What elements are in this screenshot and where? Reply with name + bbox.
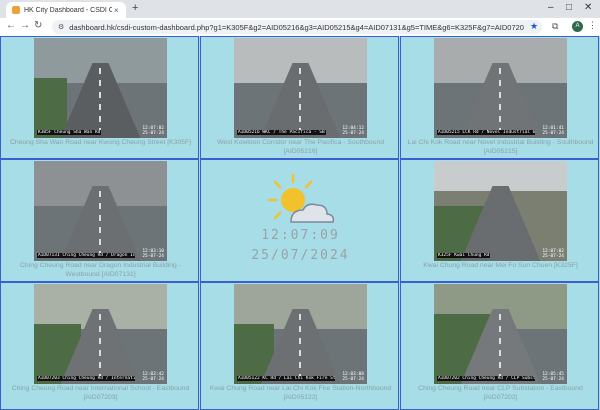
- camera-overlay: AID07202 Ching Cheung Rd / CLP Substatio…: [437, 376, 535, 381]
- camera-timestamp: 12:04:12 25-07-24: [342, 126, 364, 136]
- tab-title: HK City Dashboard - CSDI Cu: [24, 6, 112, 14]
- camera-caption: Lai Chi Kok Road near Novel Industrial B…: [407, 139, 594, 155]
- new-tab-button[interactable]: +: [132, 2, 138, 14]
- digital-date: 25/07/2024: [251, 248, 350, 263]
- tab-dashboard[interactable]: HK City Dashboard - CSDI Cu ×: [6, 2, 126, 18]
- camera-cell[interactable]: K325F Kwai Chung Rd 12:07:02 25-07-24 Kwa…: [400, 159, 599, 282]
- camera-timestamp: 12:07:02 25-07-24: [542, 249, 564, 259]
- camera-grid: K305F Cheung Sha Wan Rd 12:07:02 25-07-24…: [0, 36, 600, 410]
- back-icon[interactable]: ←: [6, 20, 16, 31]
- tab-bar: HK City Dashboard - CSDI Cu × + – □ ✕: [0, 0, 600, 18]
- camera-overlay: AID05216 WKC / The Pacifica - SB: [237, 130, 326, 135]
- camera-image: AID07131 Ching Cheung Rd / Dragon Indust…: [34, 161, 167, 261]
- site-info-icon[interactable]: ⚙: [58, 23, 64, 31]
- camera-overlay: AID05122 KC Rd / Lai Chi Kok Fire Statio…: [237, 376, 335, 381]
- minimize-icon[interactable]: –: [548, 2, 554, 13]
- camera-cell[interactable]: AID05216 WKC / The Pacifica - SB 12:04:1…: [200, 36, 399, 159]
- profile-avatar[interactable]: A: [572, 21, 583, 32]
- camera-timestamp: 12:03:42 25-07-24: [142, 372, 164, 382]
- close-window-icon[interactable]: ✕: [584, 2, 592, 13]
- camera-cell[interactable]: K305F Cheung Sha Wan Rd 12:07:02 25-07-24…: [0, 36, 199, 159]
- camera-overlay: AID05215 LCK Rd / Novel Industrial Build…: [437, 130, 535, 135]
- camera-timestamp: 12:07:02 25-07-24: [142, 126, 164, 136]
- camera-timestamp: 12:01:41 25-07-24: [542, 126, 564, 136]
- camera-image: AID05216 WKC / The Pacifica - SB 12:04:1…: [234, 38, 367, 138]
- maximize-icon[interactable]: □: [566, 2, 572, 13]
- camera-caption: Kwai Chung Road near Lai Chi Kok Fire St…: [209, 385, 392, 401]
- camera-caption: Ching Cheung Road near CLP Substation - …: [418, 385, 583, 401]
- camera-image: AID05215 LCK Rd / Novel Industrial Build…: [434, 38, 567, 138]
- camera-image: AID05122 KC Rd / Lai Chi Kok Fire Statio…: [234, 284, 367, 384]
- camera-image: K305F Cheung Sha Wan Rd 12:07:02 25-07-24: [34, 38, 167, 138]
- camera-timestamp: 12:03:08 25-07-24: [342, 372, 364, 382]
- camera-image: AID07202 Ching Cheung Rd / CLP Substatio…: [434, 284, 567, 384]
- camera-cell[interactable]: AID07131 Ching Cheung Rd / Dragon Indust…: [0, 159, 199, 282]
- favicon-icon: [12, 6, 20, 14]
- camera-overlay: K305F Cheung Sha Wan Rd: [37, 130, 102, 135]
- reload-icon[interactable]: ↻: [34, 20, 42, 31]
- tab-close-icon[interactable]: ×: [114, 6, 119, 15]
- browser-menu-icon[interactable]: ⋮: [588, 20, 597, 31]
- extensions-icon[interactable]: ⧉: [552, 21, 558, 32]
- camera-overlay: AID07131 Ching Cheung Rd / Dragon Indust…: [37, 253, 135, 258]
- url-text[interactable]: dashboard.hk/csdi-custom-dashboard.php?g…: [69, 23, 524, 32]
- clock-weather-cell: 12:07:09 25/07/2024: [200, 159, 399, 282]
- camera-timestamp: 12:03:10 25-07-24: [142, 249, 164, 259]
- camera-cell[interactable]: AID05215 LCK Rd / Novel Industrial Build…: [400, 36, 599, 159]
- camera-caption: Kwai Chung Road near Mei Fo Sun Chuen [K…: [423, 262, 578, 269]
- camera-overlay: AID07203 Ching Cheung Rd / International…: [37, 376, 135, 381]
- address-bar[interactable]: ⚙ dashboard.hk/csdi-custom-dashboard.php…: [52, 20, 542, 34]
- camera-image: K325F Kwai Chung Rd 12:07:02 25-07-24: [434, 161, 567, 261]
- camera-caption: Ching Cheung Road near Dragon Industrial…: [20, 262, 181, 278]
- digital-clock: 12:07:09: [261, 228, 340, 243]
- bookmark-star-icon[interactable]: ★: [530, 21, 538, 32]
- sun-behind-cloud-icon: [267, 173, 335, 223]
- browser-toolbar: ← → ↻ ⚙ dashboard.hk/csdi-custom-dashboa…: [0, 18, 600, 37]
- camera-cell[interactable]: AID07202 Ching Cheung Rd / CLP Substatio…: [400, 282, 599, 410]
- camera-caption: West Kowloon Corridor near The Pacifica …: [216, 139, 385, 155]
- camera-image: AID07203 Ching Cheung Rd / International…: [34, 284, 167, 384]
- camera-cell[interactable]: AID05122 KC Rd / Lai Chi Kok Fire Statio…: [200, 282, 399, 410]
- camera-caption: Cheung Sha Wan Road near Kwong Cheung St…: [9, 139, 192, 146]
- forward-icon[interactable]: →: [20, 20, 30, 31]
- camera-timestamp: 12:05:45 25-07-24: [542, 372, 564, 382]
- camera-cell[interactable]: AID07203 Ching Cheung Rd / International…: [0, 282, 199, 410]
- camera-overlay: K325F Kwai Chung Rd: [437, 253, 491, 258]
- camera-caption: Ching Cheung Road near International Sch…: [11, 385, 190, 401]
